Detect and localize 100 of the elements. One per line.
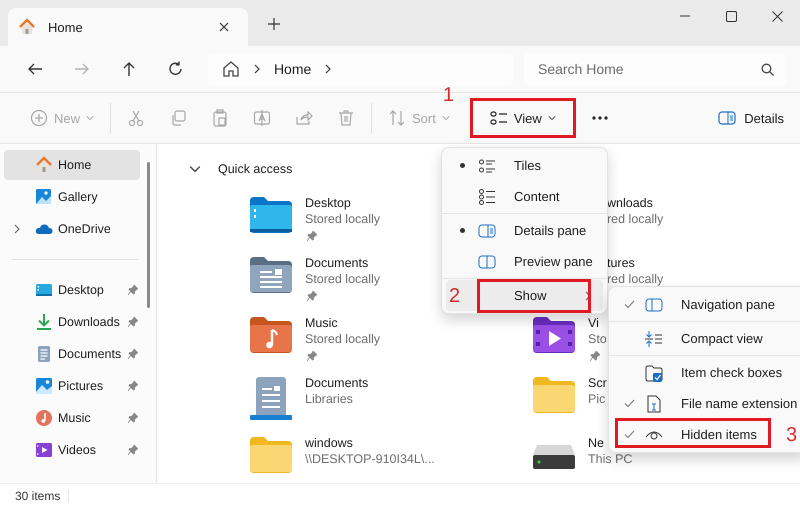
item-name[interactable]: Music: [305, 316, 338, 330]
video-icon: [35, 441, 53, 459]
sidebar-item[interactable]: Pictures: [4, 371, 140, 401]
plus-icon: [268, 18, 280, 30]
sidebar-item[interactable]: OneDrive: [4, 214, 140, 244]
share-icon: [295, 109, 314, 127]
item-name[interactable]: Documents: [305, 376, 368, 390]
close-icon: [772, 10, 782, 22]
item-detail: Stored locally: [305, 332, 380, 346]
document-icon: [35, 345, 53, 363]
item-name[interactable]: windows: [305, 436, 353, 450]
chevron-icon: [252, 64, 262, 74]
close-icon: [219, 22, 229, 32]
item-detail: \\DESKTOP-910I34L\...: [305, 452, 435, 466]
menu-item[interactable]: Navigation pane: [613, 289, 800, 320]
navigation-pane-icon: [645, 296, 663, 314]
details-pane-icon: [718, 109, 736, 127]
item-name[interactable]: Scr: [588, 376, 607, 390]
item-detail: Libraries: [305, 392, 353, 406]
callout-number: 2: [449, 285, 460, 308]
plus-icon: [30, 109, 48, 127]
sidebar-item[interactable]: Documents: [4, 339, 140, 369]
search-field[interactable]: Search Home: [524, 53, 786, 85]
arrow-icon: [27, 61, 44, 77]
menu-item[interactable]: Compact view: [613, 323, 800, 354]
menu-item[interactable]: File name extension: [613, 388, 800, 419]
compact-icon: [645, 330, 663, 348]
item-detail: Stored locally: [305, 212, 380, 226]
sidebar-item[interactable]: Downloads: [4, 307, 140, 337]
rename-icon: [253, 109, 272, 127]
folder-icon: [250, 257, 292, 293]
folder-icon: [250, 317, 292, 353]
menu-item[interactable]: Details pane: [446, 215, 603, 246]
item-name[interactable]: wnloads: [607, 196, 653, 210]
preview-pane-icon: [478, 252, 496, 270]
item-name[interactable]: tures: [607, 256, 635, 270]
item-name[interactable]: Desktop: [305, 196, 351, 210]
desktop-icon: [35, 281, 53, 299]
chevron-icon: [548, 114, 556, 122]
maximize-icon: [726, 10, 736, 22]
chevron-icon: [86, 114, 94, 122]
item-detail: red locally: [607, 212, 664, 226]
folder-icon: [250, 197, 292, 233]
menu-item[interactable]: Item check boxes: [613, 357, 800, 388]
sidebar-item[interactable]: Desktop: [4, 275, 140, 305]
clipboard-icon: [211, 109, 230, 127]
chevron-icon: [323, 64, 334, 74]
file-icon: [645, 394, 663, 412]
scrollbar-thumb[interactable]: [147, 162, 150, 308]
sidebar-item[interactable]: Home: [4, 150, 140, 180]
chevron-icon: [442, 114, 450, 122]
trash-icon: [337, 109, 356, 127]
sidebar-item[interactable]: Music: [4, 403, 140, 433]
item-detail: Pic: [588, 392, 606, 406]
menu-item[interactable]: Preview pane: [446, 246, 603, 277]
minimize-icon: [680, 15, 690, 17]
sort-icon: [388, 109, 406, 127]
home-icon: [18, 18, 36, 36]
view-button[interactable]: View: [470, 98, 576, 138]
checkbox-icon: [645, 364, 663, 382]
library-icon: [250, 377, 292, 421]
list-icon: [490, 109, 508, 127]
content-icon: [478, 188, 496, 206]
eye-icon: [645, 429, 663, 440]
browser-tab[interactable]: Home: [8, 8, 248, 46]
submenu-item[interactable]: 2 Show: [446, 280, 603, 311]
cut-icon: [127, 109, 146, 127]
refresh-icon: [168, 61, 184, 77]
menu-item[interactable]: Tiles: [446, 150, 603, 181]
folder-icon: [250, 437, 292, 473]
item-detail: This PC: [588, 452, 632, 466]
item-name[interactable]: Ne: [588, 436, 604, 450]
item-name[interactable]: Vi: [588, 316, 599, 330]
folder-icon: [533, 377, 575, 413]
home-icon: [35, 156, 53, 174]
gallery-icon: [35, 188, 53, 206]
sidebar-item[interactable]: Videos: [4, 435, 140, 465]
sidebar-item[interactable]: Gallery: [4, 182, 140, 212]
arrow-icon: [74, 61, 90, 77]
tiles-icon: [478, 156, 496, 174]
search-icon: [760, 63, 774, 76]
menu-item[interactable]: Hidden items 3: [613, 419, 800, 450]
home-icon: [222, 60, 240, 78]
item-name[interactable]: Documents: [305, 256, 368, 270]
breadcrumb-item[interactable]: Home: [274, 61, 312, 77]
item-detail: red locally: [607, 272, 664, 286]
picture-icon: [35, 377, 53, 395]
details-button[interactable]: Details: [714, 101, 788, 135]
callout-number: 3: [786, 424, 798, 447]
address-bar[interactable]: Home: [208, 53, 513, 85]
download-icon: [35, 313, 53, 331]
collapse-chevron-icon[interactable]: [189, 163, 201, 175]
details-pane-icon: [478, 222, 496, 240]
item-count: 30 items: [15, 488, 70, 502]
tab-title: Home: [48, 20, 84, 34]
music-icon: [35, 409, 53, 427]
item-detail: Sto: [588, 332, 607, 346]
folder-icon: [533, 317, 575, 353]
menu-item[interactable]: Content: [446, 181, 603, 212]
item-detail: Stored locally: [305, 272, 380, 286]
